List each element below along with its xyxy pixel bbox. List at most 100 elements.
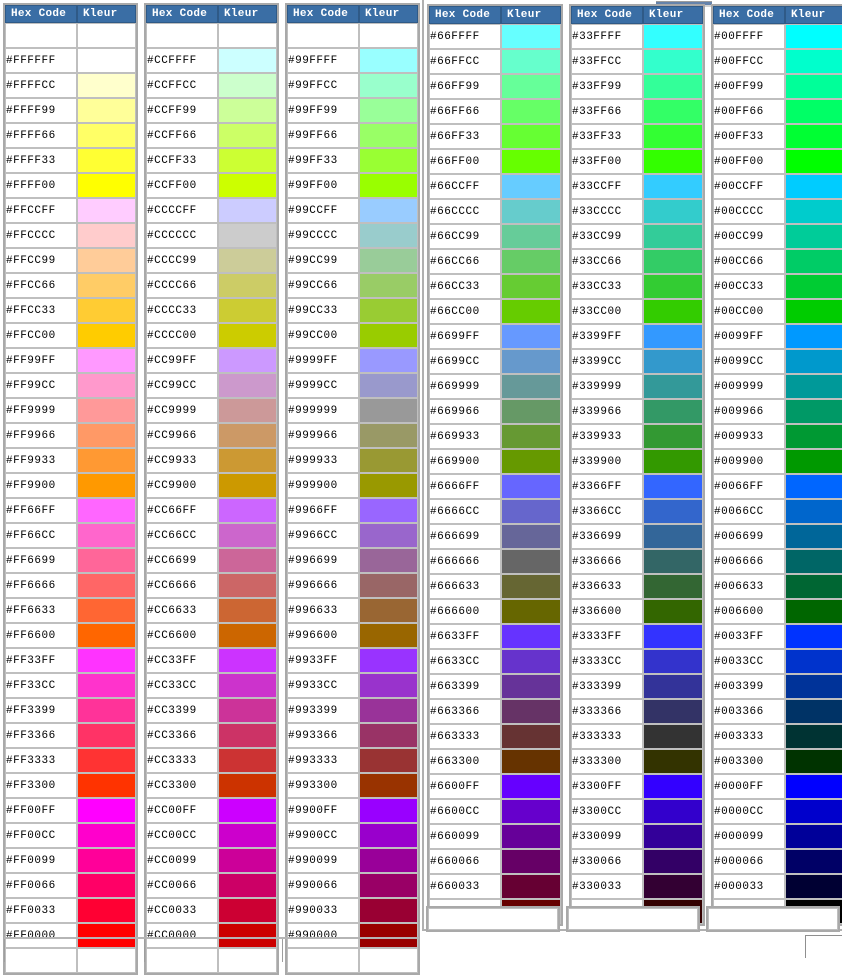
table-row[interactable]: #330066: [571, 849, 703, 874]
table-row[interactable]: #669933: [429, 424, 561, 449]
table-row[interactable]: #66FF66: [429, 99, 561, 124]
table-row[interactable]: #66CCFF: [429, 174, 561, 199]
table-row[interactable]: #66FFFF: [429, 24, 561, 49]
table-row[interactable]: #009900: [713, 449, 842, 474]
table-row[interactable]: #330033: [571, 874, 703, 899]
table-row[interactable]: #FF00CC: [5, 823, 136, 848]
table-row[interactable]: #3366CC: [571, 499, 703, 524]
table-row[interactable]: #33FFFF: [571, 24, 703, 49]
table-row[interactable]: #6699CC: [429, 349, 561, 374]
table-row[interactable]: #00CCFF: [713, 174, 842, 199]
table-row[interactable]: #6666CC: [429, 499, 561, 524]
table-row[interactable]: #CCFFFF: [146, 48, 277, 73]
table-row[interactable]: #993333: [287, 748, 418, 773]
table-row[interactable]: #336600: [571, 599, 703, 624]
table-row[interactable]: #9933CC: [287, 673, 418, 698]
table-row[interactable]: #9999FF: [287, 348, 418, 373]
table-row[interactable]: #99FFCC: [287, 73, 418, 98]
table-row[interactable]: #CC9999: [146, 398, 277, 423]
table-row[interactable]: #00FF66: [713, 99, 842, 124]
table-row[interactable]: #0033FF: [713, 624, 842, 649]
table-row[interactable]: #CCCC00: [146, 323, 277, 348]
table-row[interactable]: #33CC00: [571, 299, 703, 324]
table-row[interactable]: #6633FF: [429, 624, 561, 649]
table-row[interactable]: #993366: [287, 723, 418, 748]
table-row[interactable]: #996666: [287, 573, 418, 598]
table-row[interactable]: #9900CC: [287, 823, 418, 848]
table-row[interactable]: #663333: [429, 724, 561, 749]
table-row[interactable]: #66FF99: [429, 74, 561, 99]
table-row[interactable]: #FF3399: [5, 698, 136, 723]
table-row[interactable]: #990099: [287, 848, 418, 873]
table-row[interactable]: #990033: [287, 898, 418, 923]
table-row[interactable]: #CCFF00: [146, 173, 277, 198]
table-row[interactable]: #339933: [571, 424, 703, 449]
table-row[interactable]: #CC99FF: [146, 348, 277, 373]
table-row[interactable]: #009966: [713, 399, 842, 424]
table-row[interactable]: #33CC33: [571, 274, 703, 299]
table-row[interactable]: #CC66CC: [146, 523, 277, 548]
table-row[interactable]: #99FF66: [287, 123, 418, 148]
table-row[interactable]: #0099CC: [713, 349, 842, 374]
table-row[interactable]: #66CC33: [429, 274, 561, 299]
table-row[interactable]: #333333: [571, 724, 703, 749]
table-row[interactable]: #FF9999: [5, 398, 136, 423]
table-row[interactable]: #33FF00: [571, 149, 703, 174]
table-row[interactable]: #FFCC33: [5, 298, 136, 323]
table-row[interactable]: #003399: [713, 674, 842, 699]
table-row[interactable]: #FF3300: [5, 773, 136, 798]
table-row[interactable]: #660099: [429, 824, 561, 849]
table-row[interactable]: #666600: [429, 599, 561, 624]
table-row[interactable]: #33CC66: [571, 249, 703, 274]
table-row[interactable]: #00CC33: [713, 274, 842, 299]
table-row[interactable]: #0033CC: [713, 649, 842, 674]
table-row[interactable]: #FF9966: [5, 423, 136, 448]
table-row[interactable]: #00CC00: [713, 299, 842, 324]
table-row[interactable]: #FF66FF: [5, 498, 136, 523]
table-row[interactable]: #666633: [429, 574, 561, 599]
table-row[interactable]: #CC9966: [146, 423, 277, 448]
table-row[interactable]: #CC6633: [146, 598, 277, 623]
table-row[interactable]: #CC3333: [146, 748, 277, 773]
table-row[interactable]: #339966: [571, 399, 703, 424]
table-row[interactable]: #33CCCC: [571, 199, 703, 224]
table-row[interactable]: #66CCCC: [429, 199, 561, 224]
table-row[interactable]: #33FF33: [571, 124, 703, 149]
table-row[interactable]: #663366: [429, 699, 561, 724]
table-row[interactable]: #CC6600: [146, 623, 277, 648]
table-row[interactable]: #FFFF33: [5, 148, 136, 173]
table-row[interactable]: #CC9900: [146, 473, 277, 498]
table-row[interactable]: #CCFF66: [146, 123, 277, 148]
table-row[interactable]: #FF3333: [5, 748, 136, 773]
table-row[interactable]: #336666: [571, 549, 703, 574]
table-row[interactable]: #6633CC: [429, 649, 561, 674]
table-row[interactable]: #9933FF: [287, 648, 418, 673]
table-row[interactable]: #CC0099: [146, 848, 277, 873]
table-row[interactable]: #FF99FF: [5, 348, 136, 373]
table-row[interactable]: #CC00FF: [146, 798, 277, 823]
table-row[interactable]: #CC0033: [146, 898, 277, 923]
table-row[interactable]: #CCFF99: [146, 98, 277, 123]
table-row[interactable]: #FFCCCC: [5, 223, 136, 248]
table-row[interactable]: #333300: [571, 749, 703, 774]
table-row[interactable]: #FF6699: [5, 548, 136, 573]
table-row[interactable]: #993399: [287, 698, 418, 723]
table-row[interactable]: #FF0066: [5, 873, 136, 898]
table-row[interactable]: #339900: [571, 449, 703, 474]
table-row[interactable]: #CC33CC: [146, 673, 277, 698]
table-row[interactable]: #003333: [713, 724, 842, 749]
table-row[interactable]: #FF9900: [5, 473, 136, 498]
table-row[interactable]: #006633: [713, 574, 842, 599]
table-row[interactable]: #FF33FF: [5, 648, 136, 673]
table-row[interactable]: #FFFFFF: [5, 48, 136, 73]
table-row[interactable]: #FFCC00: [5, 323, 136, 348]
table-row[interactable]: #99FFFF: [287, 48, 418, 73]
table-row[interactable]: #66FF00: [429, 149, 561, 174]
table-row[interactable]: #0099FF: [713, 324, 842, 349]
table-row[interactable]: #660033: [429, 874, 561, 899]
table-row[interactable]: #660066: [429, 849, 561, 874]
table-row[interactable]: #99CC00: [287, 323, 418, 348]
table-row[interactable]: #0066CC: [713, 499, 842, 524]
table-row[interactable]: #999999: [287, 398, 418, 423]
table-row[interactable]: #00CC66: [713, 249, 842, 274]
